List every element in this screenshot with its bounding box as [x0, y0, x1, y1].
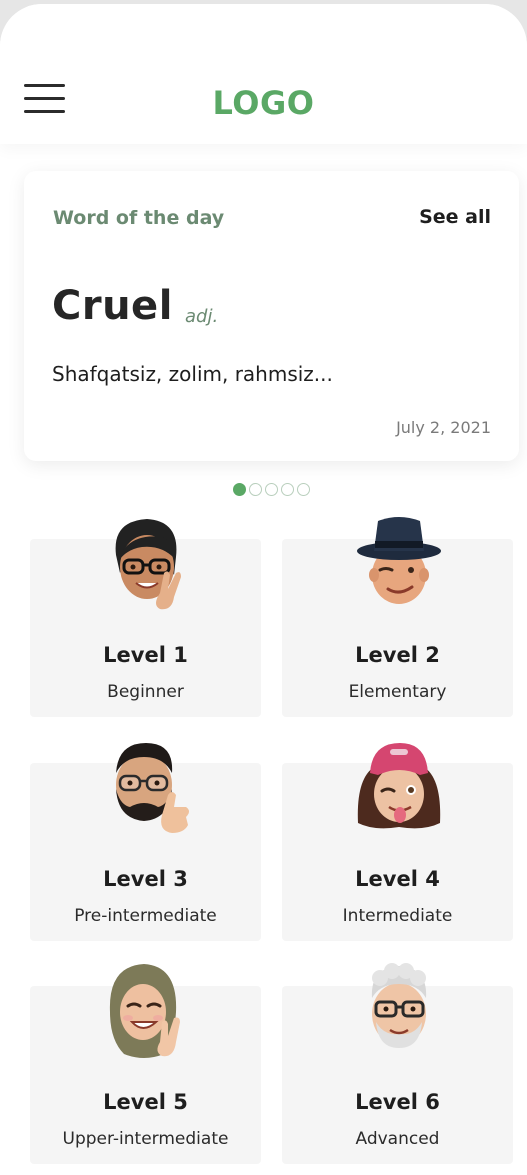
word-date: July 2, 2021 [396, 418, 491, 437]
level-name: Level 2 [355, 643, 440, 667]
memoji-woman-cap-tongue-icon [357, 743, 441, 829]
level-name: Level 1 [103, 643, 188, 667]
level-card-5[interactable]: Level 5 Upper-intermediate [30, 964, 261, 1164]
level-desc: Upper-intermediate [62, 1129, 229, 1149]
carousel-dot[interactable] [233, 483, 246, 496]
level-card-6[interactable]: Level 6 Advanced [282, 963, 513, 1164]
level-desc: Beginner [107, 682, 184, 702]
level-name: Level 6 [355, 1090, 440, 1114]
memoji-old-man-glasses-icon [371, 963, 427, 1048]
part-of-speech: adj. [185, 306, 219, 327]
logo: LOGO [212, 84, 315, 122]
app-header: LOGO [0, 4, 527, 144]
word-of-day-title: Word of the day [53, 207, 225, 229]
level-desc: Pre-intermediate [74, 906, 217, 926]
level-name: Level 3 [103, 867, 188, 891]
carousel-dot[interactable] [249, 483, 262, 496]
carousel-dot[interactable] [281, 483, 294, 496]
level-card-2[interactable]: Level 2 Elementary [282, 517, 513, 717]
phone-screen: LOGO Word of the day See all Cruel adj. … [0, 4, 527, 1175]
carousel-dots [233, 483, 310, 496]
word: Cruel [52, 283, 173, 329]
word-definition: Shafqatsiz, zolim, rahmsiz... [52, 362, 333, 386]
level-desc: Elementary [348, 682, 447, 702]
level-name: Level 4 [355, 867, 440, 891]
memoji-woman-glasses-peace-icon [115, 519, 181, 610]
level-desc: Intermediate [342, 906, 453, 926]
level-desc: Advanced [355, 1129, 440, 1149]
level-card-1[interactable]: Level 1 Beginner [30, 519, 261, 717]
level-card-4[interactable]: Level 4 Intermediate [282, 743, 513, 941]
level-card-3[interactable]: Level 3 Pre-intermediate [30, 743, 261, 941]
carousel-dot[interactable] [265, 483, 278, 496]
memoji-man-hat-wink-icon [357, 517, 441, 604]
see-all-link[interactable]: See all [419, 206, 491, 228]
memoji-woman-hijab-peace-icon [109, 964, 180, 1058]
word-of-day-card[interactable]: Word of the day See all Cruel adj. Shafq… [24, 171, 519, 461]
carousel-dot[interactable] [297, 483, 310, 496]
memoji-man-beard-thumbs-up-icon [116, 743, 189, 833]
level-name: Level 5 [103, 1090, 188, 1114]
